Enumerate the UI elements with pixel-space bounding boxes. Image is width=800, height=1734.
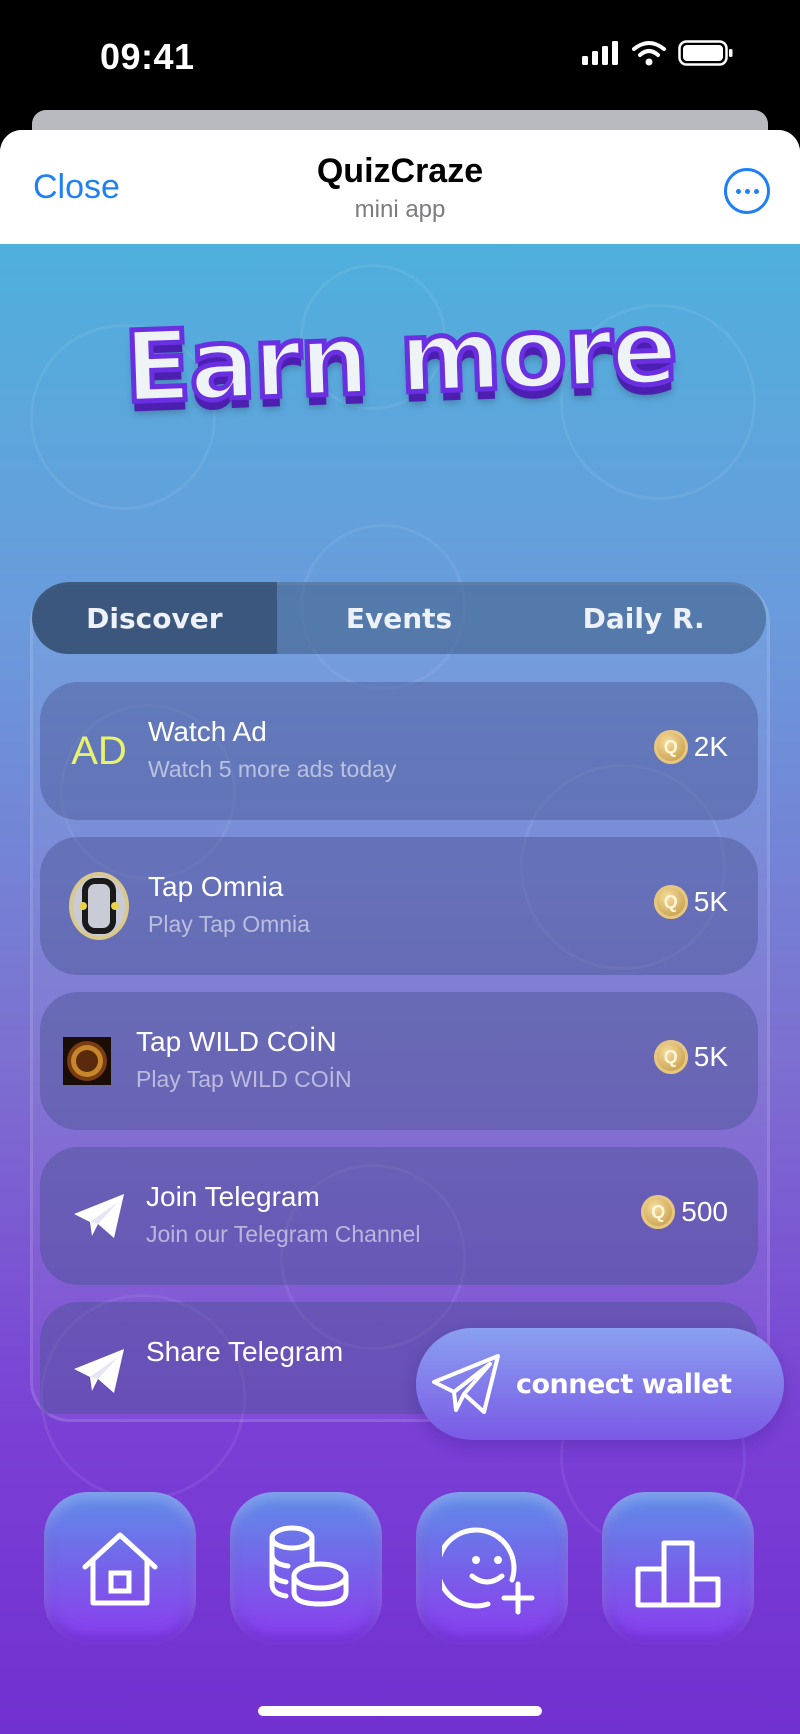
coin-icon: Q: [653, 1040, 688, 1074]
more-options-button[interactable]: [724, 168, 770, 214]
ad-icon: AD: [64, 716, 134, 786]
nav-friends-button[interactable]: [416, 1492, 568, 1644]
nav-coins-button[interactable]: [230, 1492, 382, 1644]
status-bar: 09:41: [0, 0, 800, 118]
cellular-signal-icon: [582, 41, 618, 65]
tasks-panel: Discover Events Daily R. AD Watch Ad Wat…: [30, 582, 770, 1422]
task-join-telegram[interactable]: Join Telegram Join our Telegram Channel …: [40, 1147, 758, 1285]
task-list: AD Watch Ad Watch 5 more ads today Q 2K: [40, 682, 758, 1414]
mini-app-header: Close QuizCraze mini app: [0, 130, 800, 244]
mini-app-sheet: Close QuizCraze mini app Earn more Disco…: [0, 130, 800, 1734]
reward-amount: 2K: [693, 731, 728, 762]
status-icons: [582, 40, 734, 66]
nav-leaderboard-button[interactable]: [602, 1492, 754, 1644]
task-title: Watch Ad: [148, 716, 267, 747]
connect-wallet-label: connect wallet: [516, 1368, 732, 1400]
more-dot-icon: [744, 188, 750, 194]
task-tap-wild-coin[interactable]: Tap WILD COİN Play Tap WILD COİN Q 5K: [40, 992, 758, 1130]
app-subtitle: mini app: [354, 196, 446, 223]
paper-plane-icon: [432, 1354, 500, 1414]
telegram-icon: [64, 1181, 134, 1251]
tab-daily-rewards[interactable]: Daily R.: [521, 582, 766, 654]
task-tap-omnia[interactable]: Tap Omnia Play Tap Omnia Q 5K: [40, 837, 758, 975]
nav-home-button[interactable]: [44, 1492, 196, 1644]
task-title: Join Telegram: [146, 1181, 320, 1212]
more-dot-icon: [753, 188, 759, 194]
reward-amount: 500: [681, 1196, 728, 1227]
status-time: 09:41: [100, 36, 195, 77]
tab-events[interactable]: Events: [277, 582, 522, 654]
home-indicator: [258, 1706, 542, 1716]
task-title: Tap WILD COİN: [136, 1026, 337, 1057]
task-subtitle: Watch 5 more ads today: [148, 756, 397, 782]
tab-bar: Discover Events Daily R.: [32, 582, 766, 654]
ad-icon-text: AD: [71, 728, 127, 773]
wifi-icon: [632, 41, 666, 66]
task-subtitle: Play Tap Omnia: [148, 911, 310, 937]
earn-more-banner: Earn more: [0, 290, 800, 428]
reward-amount: 5K: [693, 886, 728, 917]
banner-text: Earn more: [120, 290, 680, 428]
task-reward: Q 5K: [653, 885, 728, 919]
battery-icon: [678, 40, 733, 66]
home-icon: [82, 1532, 158, 1606]
tab-discover[interactable]: Discover: [32, 582, 277, 654]
task-title: Share Telegram: [146, 1336, 344, 1367]
task-reward: Q 500: [641, 1195, 728, 1229]
coin-icon: Q: [653, 730, 688, 764]
coin-icon: Q: [641, 1195, 676, 1229]
coin-icon: Q: [653, 885, 688, 919]
wild-coin-icon: [62, 1026, 112, 1096]
more-dot-icon: [735, 188, 741, 194]
reward-amount: 5K: [693, 1041, 728, 1072]
task-subtitle: Play Tap WILD COİN: [136, 1066, 352, 1092]
task-subtitle: Join our Telegram Channel: [146, 1221, 421, 1247]
bottom-navigation: [0, 1492, 800, 1652]
task-reward: Q 5K: [653, 1040, 728, 1074]
task-title: Tap Omnia: [148, 871, 284, 902]
coins-icon: [269, 1525, 349, 1607]
leaderboard-icon: [635, 1540, 721, 1608]
add-friend-icon: [442, 1527, 535, 1615]
connect-wallet-button[interactable]: connect wallet: [416, 1328, 784, 1440]
app-title: QuizCraze: [316, 152, 484, 190]
telegram-icon: [64, 1336, 134, 1406]
app-content: Earn more Discover Events Daily R. AD Wa…: [0, 244, 800, 1734]
tap-omnia-icon: [64, 871, 134, 941]
task-watch-ad[interactable]: AD Watch Ad Watch 5 more ads today Q 2K: [40, 682, 758, 820]
task-reward: Q 2K: [653, 730, 728, 764]
